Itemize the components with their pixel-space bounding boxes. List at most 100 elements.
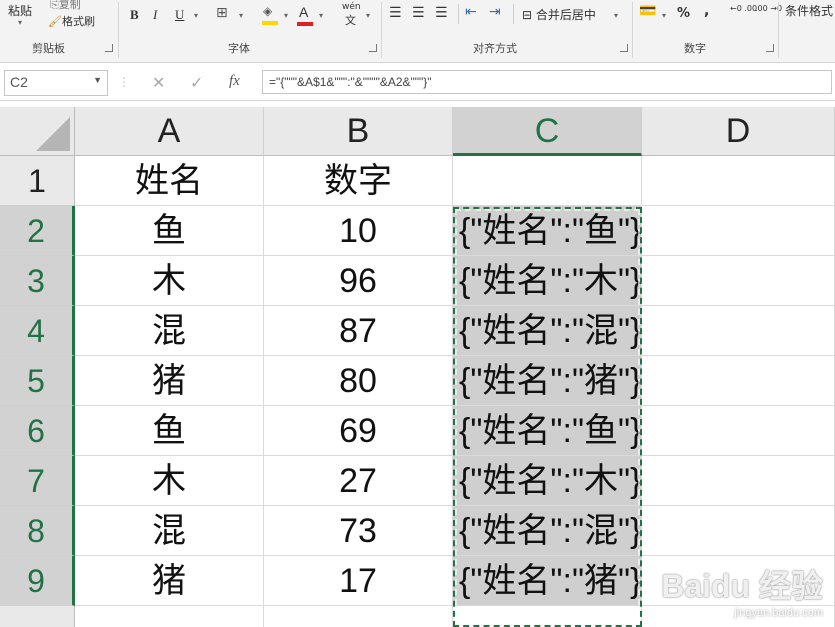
fill-color-swatch [262, 21, 278, 25]
group-divider [632, 2, 633, 58]
column-header-c[interactable]: C [453, 107, 642, 156]
phonetic-dropdown-icon[interactable]: ▾ [366, 11, 370, 20]
group-divider [118, 2, 119, 58]
border-dropdown-icon[interactable]: ▾ [239, 11, 243, 20]
accounting-format-icon[interactable]: 💳 [639, 3, 656, 19]
format-painter-button[interactable]: 🖌格式刷 [48, 13, 95, 29]
cell-d[interactable] [642, 456, 835, 506]
cell-d[interactable] [642, 206, 835, 256]
underline-button[interactable]: U [175, 7, 184, 23]
column-header-b[interactable]: B [264, 107, 453, 156]
align-left-icon[interactable]: ☰ [389, 5, 402, 21]
cell-a[interactable] [75, 606, 264, 627]
cell-c[interactable] [453, 156, 642, 206]
cell-b[interactable]: 73 [264, 506, 453, 556]
cell-a[interactable]: 鱼 [75, 406, 264, 456]
row-header[interactable]: 3 [0, 256, 75, 306]
italic-button[interactable]: I [153, 7, 157, 23]
cell-a[interactable]: 姓名 [75, 156, 264, 206]
paste-button[interactable]: 粘贴 [8, 2, 32, 19]
row-header[interactable]: 9 [0, 556, 75, 606]
group-divider [381, 2, 382, 58]
name-box-value: C2 [10, 74, 28, 90]
underline-dropdown-icon[interactable]: ▾ [194, 11, 198, 20]
row-header[interactable]: 1 [0, 156, 75, 206]
fill-color-button[interactable]: ◈ [262, 4, 278, 25]
decrease-indent-icon[interactable]: ⇤ [465, 4, 477, 20]
paste-dropdown-icon[interactable]: ▾ [18, 18, 22, 27]
column-header-d[interactable]: D [642, 107, 835, 156]
accounting-dropdown-icon[interactable]: ▾ [662, 11, 666, 20]
insert-function-button[interactable]: fx [229, 73, 240, 90]
paint-bucket-icon: ◈ [263, 4, 273, 18]
formula-bar: C2 ▼ ⋮ ✕ ✓ fx ="{"""&A$1&""":"&""""&A2&"… [0, 66, 835, 101]
cell-b[interactable]: 17 [264, 556, 453, 606]
align-center-icon[interactable]: ☰ [412, 5, 425, 21]
bold-button[interactable]: B [130, 7, 139, 23]
comma-button[interactable]: , [704, 3, 709, 19]
row-header[interactable] [0, 606, 75, 627]
cell-a[interactable]: 鱼 [75, 206, 264, 256]
increase-decimal-button[interactable]: ←0 .00 [730, 4, 757, 13]
cell-d[interactable] [642, 406, 835, 456]
merge-icon: ⊟ [522, 8, 533, 22]
cell-d[interactable] [642, 306, 835, 356]
chevron-down-icon[interactable]: ▼ [93, 75, 102, 85]
cancel-button[interactable]: ✕ [152, 73, 165, 92]
group-label-font: 字体 [228, 42, 250, 55]
cell-a[interactable]: 猪 [75, 556, 264, 606]
formula-bar-grip-icon[interactable]: ⋮ [118, 75, 130, 89]
cell-b[interactable] [264, 606, 453, 627]
cell-b[interactable]: 87 [264, 306, 453, 356]
cell-b[interactable]: 80 [264, 356, 453, 406]
cell-b[interactable]: 数字 [264, 156, 453, 206]
cell-d[interactable] [642, 156, 835, 206]
fill-color-dropdown-icon[interactable]: ▾ [284, 11, 288, 20]
cell-a[interactable]: 木 [75, 456, 264, 506]
formula-input[interactable]: ="{"""&A$1&""":"&""""&A2&"""}" [262, 70, 832, 94]
cell-a[interactable]: 混 [75, 306, 264, 356]
align-right-icon[interactable]: ☰ [435, 5, 448, 21]
row-header[interactable]: 7 [0, 456, 75, 506]
alignment-launcher-icon[interactable] [620, 44, 628, 52]
font-color-dropdown-icon[interactable]: ▾ [319, 11, 323, 20]
percent-button[interactable]: % [677, 6, 690, 21]
increase-indent-icon[interactable]: ⇥ [489, 4, 501, 20]
cell-d[interactable] [642, 356, 835, 406]
border-icon[interactable]: ⊞ [216, 5, 228, 21]
decrease-decimal-button[interactable]: .00 →0 [755, 4, 782, 13]
row-header[interactable]: 5 [0, 356, 75, 406]
clipboard-launcher-icon[interactable] [105, 44, 113, 52]
number-launcher-icon[interactable] [766, 44, 774, 52]
font-launcher-icon[interactable] [369, 44, 377, 52]
copy-button[interactable]: ⎘复制 [50, 0, 81, 12]
cell-d[interactable] [642, 506, 835, 556]
baidu-logo: Baidu 经验 [661, 568, 823, 604]
cell-b[interactable]: 96 [264, 256, 453, 306]
phonetic-button[interactable]: wén 文 [342, 2, 361, 27]
row-header[interactable]: 4 [0, 306, 75, 356]
conditional-format-button[interactable]: 条件格式 [785, 2, 833, 19]
font-color-swatch [297, 22, 313, 26]
name-box[interactable]: C2 ▼ [4, 70, 108, 96]
merge-dropdown-icon[interactable]: ▾ [614, 11, 618, 20]
group-label-number: 数字 [684, 42, 706, 55]
cell-b[interactable]: 10 [264, 206, 453, 256]
row-header[interactable]: 6 [0, 406, 75, 456]
column-header-a[interactable]: A [75, 107, 264, 156]
font-color-button[interactable]: A [297, 4, 313, 26]
cell-a[interactable]: 木 [75, 256, 264, 306]
brush-icon: 🖌 [48, 15, 62, 28]
group-label-clipboard: 剪贴板 [32, 42, 65, 55]
row-header[interactable]: 8 [0, 506, 75, 556]
cell-a[interactable]: 猪 [75, 356, 264, 406]
cell-d[interactable] [642, 256, 835, 306]
cell-b[interactable]: 27 [264, 456, 453, 506]
enter-button[interactable]: ✓ [190, 73, 203, 92]
phonetic-glyph-icon: 文 [345, 14, 356, 27]
merge-center-button[interactable]: ⊟ 合并后居中 [522, 6, 596, 23]
cell-b[interactable]: 69 [264, 406, 453, 456]
row-header[interactable]: 2 [0, 206, 75, 256]
select-all-button[interactable] [0, 107, 75, 156]
cell-a[interactable]: 混 [75, 506, 264, 556]
